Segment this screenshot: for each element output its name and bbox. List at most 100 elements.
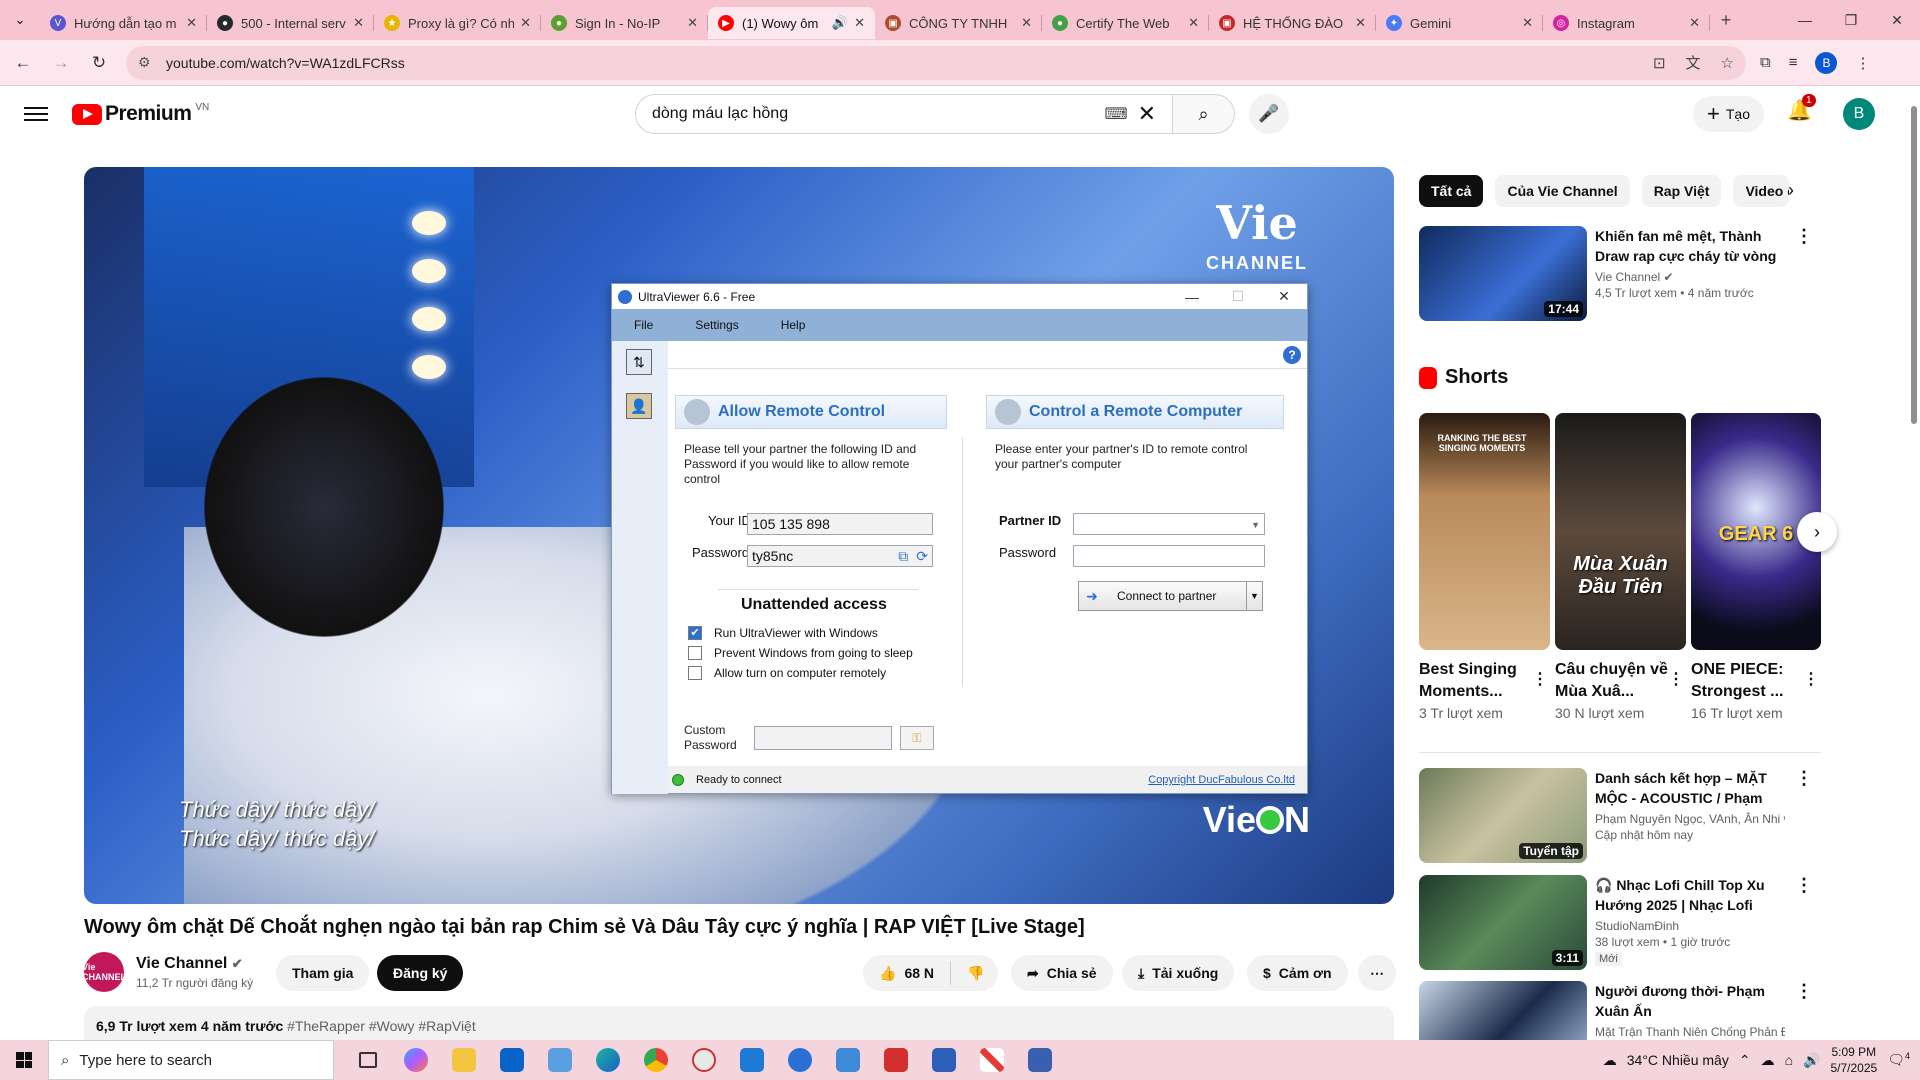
keyboard-icon[interactable]: ⌨ xyxy=(1104,104,1127,124)
start-button[interactable] xyxy=(0,1040,48,1080)
partner-id-combobox[interactable]: ▼ xyxy=(1073,513,1265,535)
account-avatar[interactable]: B xyxy=(1843,98,1875,130)
word-icon[interactable] xyxy=(920,1040,968,1080)
notification-center-icon[interactable]: 🗨4 xyxy=(1887,1051,1910,1069)
chip-video[interactable]: Video c xyxy=(1733,175,1790,207)
reco-title[interactable]: Khiến fan mê mệt, Thành Draw rap cực chá… xyxy=(1595,226,1785,266)
tray-expand-icon[interactable]: ⌃ xyxy=(1739,1052,1751,1069)
more-options-icon[interactable]: ⋮ xyxy=(1795,875,1813,896)
option-label[interactable]: Run UltraViewer with Windows xyxy=(714,626,878,640)
uv-menu-file[interactable]: File xyxy=(634,318,653,332)
copy-icon[interactable]: ⧉ xyxy=(898,548,908,564)
subscribe-button[interactable]: Đăng ký xyxy=(377,955,464,991)
connect-to-partner-button[interactable]: ➜ Connect to partner ▼ xyxy=(1078,581,1263,611)
option-checkbox[interactable] xyxy=(688,646,702,660)
tab-audio-icon[interactable]: 🔊 xyxy=(832,15,848,31)
short-title[interactable]: Câu chuyện về Mùa Xuâ... xyxy=(1555,659,1686,703)
omnibox[interactable]: ⚙ youtube.com/watch?v=WA1zdLFCRss ⊡ 文 ☆ xyxy=(126,45,1746,80)
tab-close-icon[interactable]: ✕ xyxy=(854,15,865,31)
custom-password-field[interactable] xyxy=(754,726,892,750)
key-icon[interactable]: ⚿ xyxy=(900,726,934,750)
like-button[interactable]: 👍 68 N 👎 xyxy=(863,955,999,991)
reco-channel[interactable]: Vie Channel xyxy=(1595,270,1660,284)
remote-desktop-icon[interactable] xyxy=(536,1040,584,1080)
tab-close-icon[interactable]: ✕ xyxy=(1355,15,1366,31)
browser-tab[interactable]: ▣ HỆ THỐNG ĐÀO ✕ xyxy=(1209,7,1376,39)
connect-dropdown-icon[interactable]: ▼ xyxy=(1246,582,1262,610)
option-checkbox[interactable] xyxy=(688,666,702,680)
task-view-icon[interactable] xyxy=(344,1040,392,1080)
translate-icon[interactable]: 文 xyxy=(1686,52,1701,73)
more-options-icon[interactable]: ⋮ xyxy=(1803,669,1819,689)
search-input[interactable]: dòng máu lạc hồng ⌨ ✕ xyxy=(635,94,1173,134)
network-tool-icon[interactable] xyxy=(1016,1040,1064,1080)
reco-title[interactable]: Người đương thời- Phạm Xuân Ấn xyxy=(1595,981,1785,1021)
forward-icon[interactable]: → xyxy=(46,48,76,78)
edge-icon[interactable] xyxy=(584,1040,632,1080)
your-id-field[interactable]: 105 135 898 xyxy=(747,513,933,535)
install-app-icon[interactable]: ⊡ xyxy=(1653,54,1666,72)
short-item[interactable]: GEAR 6 ONE PIECE: Strongest ... 16 Tr lư… xyxy=(1691,413,1821,721)
more-options-icon[interactable]: ⋮ xyxy=(1668,669,1684,689)
uv-maximize-icon[interactable]: ☐ xyxy=(1215,288,1261,305)
browser-tab[interactable]: ▣ CÔNG TY TNHH ✕ xyxy=(875,7,1042,39)
chip-rap-viet[interactable]: Rap Việt xyxy=(1641,175,1722,207)
chevron-right-icon[interactable]: › xyxy=(1788,180,1794,201)
browser-tab[interactable]: ◎ Instagram ✕ xyxy=(1543,7,1710,39)
photos-icon[interactable] xyxy=(824,1040,872,1080)
uv-help-icon[interactable]: ? xyxy=(1283,346,1301,364)
tab-close-icon[interactable]: ✕ xyxy=(1522,15,1533,31)
search-button[interactable]: ⌕ xyxy=(1173,94,1235,134)
tab-close-icon[interactable]: ✕ xyxy=(353,15,364,31)
chip-all[interactable]: Tất cả xyxy=(1419,175,1484,207)
reco-thumbnail[interactable]: 17:44 xyxy=(1419,226,1587,321)
shorts-next-icon[interactable]: › xyxy=(1797,512,1837,552)
hashtags[interactable]: #TheRapper #Wowy #RapViệt xyxy=(287,1018,476,1034)
option-checkbox[interactable]: ✔ xyxy=(688,626,702,640)
reco-video[interactable]: Tuyển tập Danh sách kết hợp – MẶT MỘC - … xyxy=(1419,768,1813,863)
short-title[interactable]: Best Singing Moments... xyxy=(1419,659,1550,703)
tab-close-icon[interactable]: ✕ xyxy=(520,15,531,31)
uv-contacts-icon[interactable]: 👤 xyxy=(626,393,652,419)
copilot-icon[interactable] xyxy=(392,1040,440,1080)
menu-icon[interactable] xyxy=(24,107,48,121)
uv-minimize-icon[interactable]: — xyxy=(1169,289,1215,305)
clock[interactable]: 5:09 PM 5/7/2025 xyxy=(1830,1044,1877,1076)
thumbs-down-icon[interactable]: 👎 xyxy=(967,965,984,982)
outlook-icon[interactable] xyxy=(488,1040,536,1080)
join-button[interactable]: Tham gia xyxy=(276,955,370,991)
back-icon[interactable]: ← xyxy=(8,48,38,78)
restore-icon[interactable]: ❐ xyxy=(1828,0,1874,40)
uv-close-icon[interactable]: ✕ xyxy=(1261,288,1307,305)
reco-channel[interactable]: Mặt Trận Thanh Niên Chống Phản Đ... xyxy=(1595,1025,1785,1039)
new-tab-button[interactable]: + xyxy=(1710,10,1742,31)
create-button[interactable]: + Tạo xyxy=(1693,96,1764,132)
short-item[interactable]: RANKING THE BEST SINGING MOMENTS Best Si… xyxy=(1419,413,1550,721)
partner-password-field[interactable] xyxy=(1073,545,1265,567)
file-explorer-icon[interactable] xyxy=(440,1040,488,1080)
tab-close-icon[interactable]: ✕ xyxy=(1689,15,1700,31)
browser-tab[interactable]: V Hướng dẫn tạo m ✕ xyxy=(40,7,207,39)
short-thumbnail[interactable]: RANKING THE BEST SINGING MOMENTS xyxy=(1419,413,1550,650)
tab-close-icon[interactable]: ✕ xyxy=(687,15,698,31)
browser-tab[interactable]: ● Sign In - No-IP ✕ xyxy=(541,7,708,39)
acrobat-icon[interactable] xyxy=(872,1040,920,1080)
bookmark-star-icon[interactable]: ☆ xyxy=(1721,54,1734,72)
page-scrollbar[interactable] xyxy=(1908,88,1920,1038)
uv-connection-icon[interactable]: ⇅ xyxy=(626,349,652,375)
browser-profile-avatar[interactable]: B xyxy=(1815,51,1838,74)
more-options-icon[interactable]: ⋮ xyxy=(1532,669,1548,689)
more-options-icon[interactable]: ⋮ xyxy=(1795,226,1813,247)
browser-tab[interactable]: ● 500 - Internal serv ✕ xyxy=(207,7,374,39)
reco-video[interactable]: 3:11 🎧 Nhạc Lofi Chill Top Xu Hướng 2025… xyxy=(1419,875,1813,970)
uv-menu-help[interactable]: Help xyxy=(781,318,806,332)
short-title[interactable]: ONE PIECE: Strongest ... xyxy=(1691,659,1821,703)
weather-icon[interactable]: ☁ xyxy=(1603,1052,1617,1069)
close-window-icon[interactable]: ✕ xyxy=(1874,0,1920,40)
password-field[interactable]: ty85nc ⧉ ⟳ xyxy=(747,545,933,567)
weather-text[interactable]: 34°C Nhiều mây xyxy=(1627,1052,1729,1068)
tab-search-icon[interactable]: ⌄ xyxy=(0,0,40,40)
uv-menu-settings[interactable]: Settings xyxy=(695,318,738,332)
browser-menu-icon[interactable]: ⋮ xyxy=(1855,54,1870,72)
reco-video[interactable]: Người đương thời- Phạm Xuân Ấn Mặt Trận … xyxy=(1419,981,1813,1041)
